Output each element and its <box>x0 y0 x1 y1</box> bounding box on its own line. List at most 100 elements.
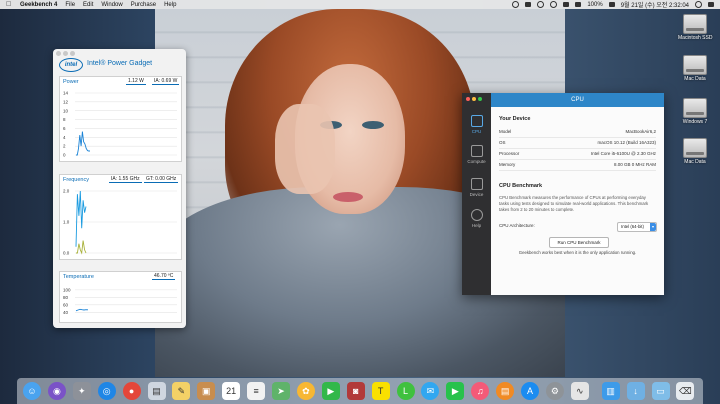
time-machine-icon[interactable] <box>537 1 545 8</box>
temperature-value: 46.70 ºC <box>152 273 176 280</box>
wifi-icon[interactable] <box>550 1 558 8</box>
tick-label: 60 <box>63 302 69 307</box>
dock-glyph: 21 <box>226 386 237 396</box>
menu-clock[interactable]: 9월 21일 (수) 오전 2:32:04 <box>621 0 689 9</box>
zoom-button[interactable] <box>478 97 482 101</box>
menu-edit[interactable]: Edit <box>83 2 93 8</box>
benchmark-note: Geekbench works best when it is the only… <box>518 250 637 255</box>
drive-icon <box>683 98 707 118</box>
nav-cpu[interactable]: CPU <box>462 115 491 134</box>
tick-label: 6 <box>63 126 66 131</box>
geekbench-icon[interactable]: ∿ <box>570 382 589 400</box>
battery-percent[interactable]: 100% <box>587 2 602 8</box>
facetime-icon[interactable]: ▶ <box>321 382 340 400</box>
tick-label: 2 <box>63 144 66 149</box>
dock-glyph: ✉ <box>426 386 435 396</box>
app-store-icon[interactable]: A <box>521 382 539 400</box>
run-cpu-benchmark-button[interactable]: Run CPU Benchmark <box>549 237 609 248</box>
device-value: MacBookAir6,2 <box>625 129 656 134</box>
siri-icon[interactable]: ◉ <box>47 382 66 400</box>
kakaotalk-icon[interactable]: T <box>371 382 390 400</box>
chrome-icon[interactable]: ● <box>122 382 141 400</box>
volume-icon[interactable] <box>563 2 570 7</box>
dock: ☺ ◉ ✦ ◎ ● ▤ ✎ ▣ 21 ≡ ➤ ✿ ▶ ◙ T L ✉ ▶ ♫ ▤ A ⚙ ∿ ▥ ↓ ▭ ⌫ <box>17 378 703 404</box>
disk-icon[interactable]: Mac Data <box>678 138 712 165</box>
spotlight-icon[interactable] <box>695 1 702 8</box>
menu-file[interactable]: File <box>65 2 75 8</box>
disk-label: Mac Data <box>684 159 706 165</box>
finder-icon[interactable]: ☺ <box>23 382 41 400</box>
notes-icon[interactable]: ✎ <box>172 382 191 400</box>
minimize-button[interactable] <box>63 51 68 56</box>
dock-glyph: ▤ <box>500 386 510 396</box>
apple-menu-icon[interactable]:  <box>6 1 14 8</box>
benchmark-description: CPU Benchmark measures the performance o… <box>499 195 649 212</box>
launchpad-icon[interactable]: ✦ <box>72 382 91 400</box>
tick-label: 2.0 <box>63 189 70 194</box>
arch-select[interactable]: Intel (64-bit) ▾ <box>617 222 657 232</box>
disk-icon[interactable]: Mac Data <box>678 55 712 82</box>
notification-center-icon[interactable] <box>708 2 714 7</box>
activity-icon[interactable]: ▥ <box>601 382 620 400</box>
downloads-icon[interactable]: ↓ <box>626 382 645 400</box>
menu-help[interactable]: Help <box>164 2 176 8</box>
dock-glyph: ● <box>128 386 135 396</box>
trash-icon[interactable]: ⌫ <box>676 382 695 400</box>
disk-icon[interactable]: Windows 7 <box>678 98 712 125</box>
drive-icon <box>683 138 707 158</box>
power-gadget-window: intel Intel® Power Gadget Power 1.12 W I… <box>53 49 186 328</box>
line-icon[interactable]: L <box>396 382 415 400</box>
close-button[interactable] <box>56 51 61 56</box>
nav-compute[interactable]: Compute <box>462 145 491 164</box>
safari-icon[interactable]: ◎ <box>97 382 116 400</box>
menu-window[interactable]: Window <box>101 2 122 8</box>
nav-compute-label: Compute <box>467 159 486 164</box>
preview-icon[interactable]: ▤ <box>147 382 166 400</box>
photo-booth-icon[interactable]: ◙ <box>346 382 365 400</box>
system-preferences-icon[interactable]: ⚙ <box>545 382 564 400</box>
nav-cpu-label: CPU <box>471 129 482 134</box>
nav-help[interactable]: Help <box>462 209 491 228</box>
nav-device-label: Device <box>469 192 484 197</box>
dock-glyph: ✎ <box>177 386 186 396</box>
power-value: 1.12 W <box>126 78 146 85</box>
frequency-chart: 2.0 1.0 0.0 <box>60 187 181 257</box>
nav-device[interactable]: Device <box>462 178 491 197</box>
menu-app-name[interactable]: Geekbench 4 <box>20 2 57 8</box>
chart-status-icon[interactable] <box>525 2 532 7</box>
status-icon[interactable] <box>512 1 520 8</box>
minimize-button[interactable] <box>472 97 476 101</box>
dock-glyph: ◙ <box>352 386 359 396</box>
reminders-icon[interactable]: ≡ <box>247 382 266 400</box>
ibooks-icon[interactable]: ▤ <box>496 382 515 400</box>
close-button[interactable] <box>466 97 470 101</box>
disk-icon[interactable]: Macintosh SSD <box>678 14 712 41</box>
zoom-button[interactable] <box>70 51 75 56</box>
messages-icon[interactable]: ✉ <box>421 382 440 400</box>
battery-icon[interactable] <box>608 2 615 7</box>
maps-icon[interactable]: ➤ <box>272 382 290 400</box>
geekbench-window: CPU Compute Device Help CPU Your Device … <box>462 93 664 295</box>
dock-glyph: ☺ <box>27 386 37 396</box>
frequency-ia-value: IA: 1.55 GHz <box>109 176 142 183</box>
menu-purchase[interactable]: Purchase <box>131 2 156 8</box>
drive-icon <box>683 55 707 75</box>
flag-icon[interactable] <box>575 2 582 7</box>
arch-label: CPU Architecture: <box>499 223 535 228</box>
compute-icon <box>470 145 483 157</box>
dock-glyph: ▭ <box>656 386 665 396</box>
help-icon <box>470 209 483 221</box>
itunes-icon[interactable]: ♫ <box>471 382 490 400</box>
photos-icon[interactable]: ✿ <box>296 382 315 400</box>
facetime-video-icon[interactable]: ▶ <box>446 382 465 400</box>
power-title: Power <box>63 79 79 85</box>
dock-glyph: ∿ <box>576 386 584 396</box>
dock-glyph: ↓ <box>633 386 638 396</box>
dock-glyph: ♫ <box>476 386 484 396</box>
drive-icon <box>683 14 707 34</box>
window-title: CPU <box>571 97 584 103</box>
folder-icon[interactable]: ▭ <box>651 382 670 400</box>
device-key: Model <box>499 129 512 134</box>
contacts-icon[interactable]: ▣ <box>197 382 216 400</box>
calendar-icon[interactable]: 21 <box>222 382 241 400</box>
